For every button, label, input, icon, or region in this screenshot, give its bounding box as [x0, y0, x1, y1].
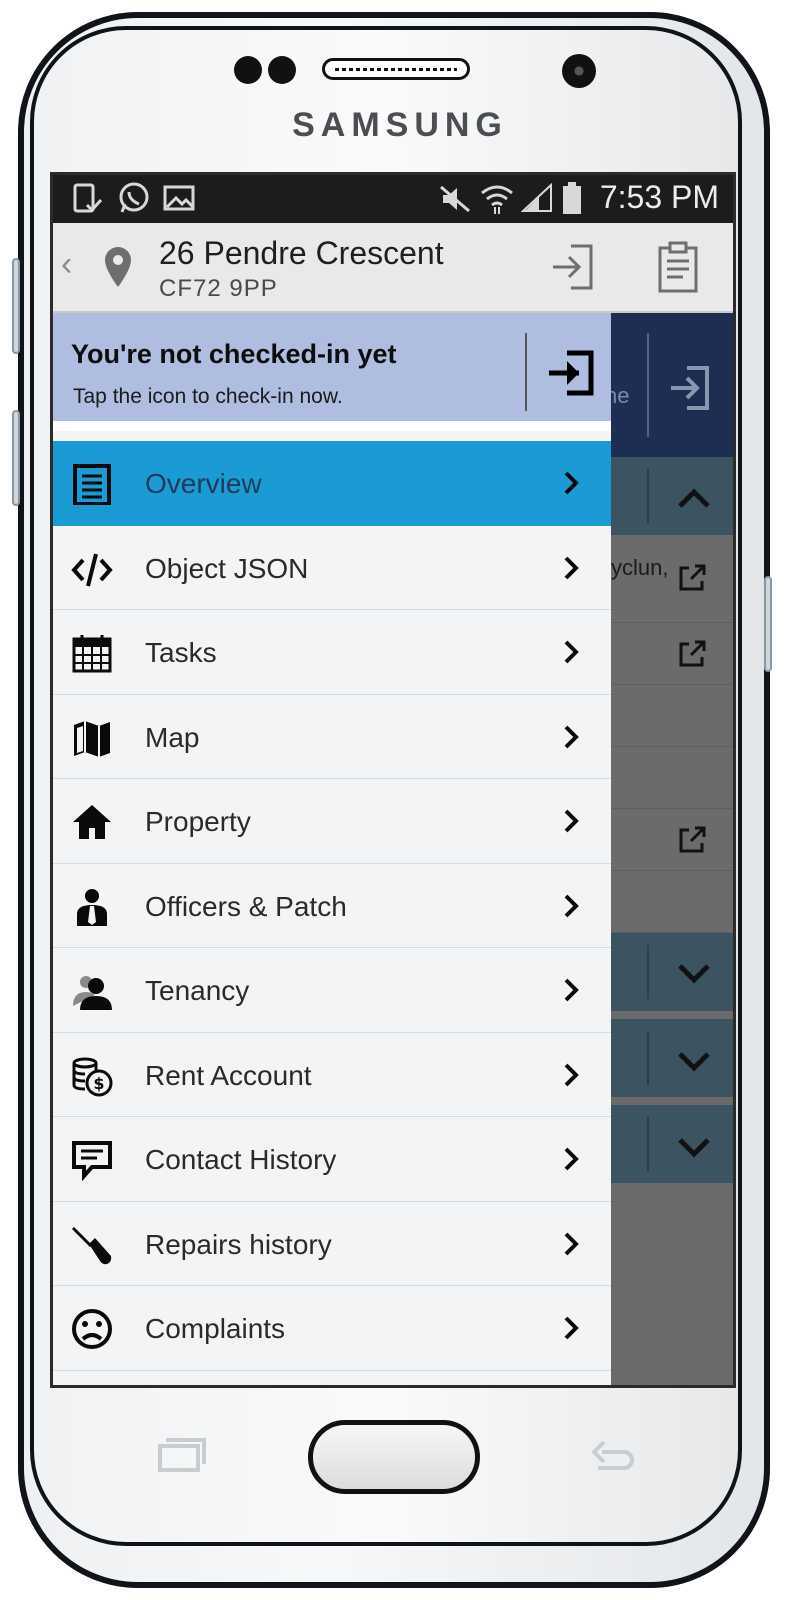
menu-item-label: Overview	[145, 468, 262, 499]
divider	[647, 1117, 649, 1171]
external-link-icon	[679, 640, 706, 667]
chevron-right-icon	[564, 1063, 579, 1086]
chevron-right-icon	[564, 1147, 579, 1171]
coins-icon: $	[72, 1057, 113, 1096]
menu-item-contact-history[interactable]: Contact History	[53, 1117, 611, 1202]
menu-item-repairs-history[interactable]: Repairs history	[53, 1201, 611, 1286]
recent-apps-icon[interactable]	[158, 1436, 206, 1472]
navigation-drawer: You're not checked-in yet Tap the icon t…	[53, 313, 611, 1385]
external-link-icon	[679, 564, 706, 591]
menu-item-label: Officers & Patch	[145, 890, 347, 922]
chevron-down-icon	[678, 1138, 710, 1158]
menu-item-officers-patch[interactable]: Officers & Patch	[53, 863, 611, 948]
menu-item-label: Tenancy	[145, 975, 250, 1006]
menu-item-object-json[interactable]: Object JSON	[53, 525, 611, 610]
svg-text:$: $	[93, 1074, 104, 1093]
menu-item-label: Repairs history	[145, 1228, 332, 1260]
tenants-icon	[73, 976, 112, 1010]
chevron-right-icon	[564, 978, 579, 1002]
menu-item-map[interactable]: Map	[53, 694, 611, 779]
check-in-banner: You're not checked-in yet Tap the icon t…	[53, 313, 611, 431]
divider	[647, 333, 649, 437]
check-in-icon[interactable]	[547, 349, 595, 397]
app-header: ‹ 26 Pendre Crescent CF72 9PP	[53, 223, 733, 313]
screen: 7:53 PM ‹ 26 Pendre Crescent CF72 9PP ne	[50, 172, 736, 1388]
menu-item-label: Object JSON	[145, 552, 309, 584]
divider	[647, 469, 649, 523]
volume-down-button	[12, 410, 20, 506]
volume-up-button	[12, 258, 20, 354]
chevron-right-icon	[564, 1316, 579, 1340]
menu-item-rent-account[interactable]: $ Rent Account	[53, 1032, 611, 1117]
chevron-right-icon	[564, 809, 579, 833]
chevron-right-icon	[564, 894, 579, 917]
location-pin-icon	[105, 247, 131, 287]
power-button	[764, 576, 772, 672]
menu-item-property[interactable]: Property	[53, 779, 611, 864]
back-chevron-icon[interactable]: ‹	[61, 245, 72, 284]
background-check-in-icon	[671, 366, 709, 410]
menu-item-complaints[interactable]: Complaints	[53, 1286, 611, 1371]
home-icon	[73, 805, 111, 839]
check-in-banner-title: You're not checked-in yet	[71, 339, 397, 369]
signal-icon	[521, 183, 552, 212]
clock: 7:53 PM	[599, 179, 719, 215]
back-nav-icon[interactable]	[590, 1438, 634, 1472]
address-title: 26 Pendre Crescent	[159, 235, 444, 271]
status-bar: 7:53 PM	[53, 175, 733, 223]
menu-item-label: Map	[145, 721, 200, 753]
menu-item-label: Property	[145, 806, 251, 837]
map-icon	[74, 720, 110, 757]
chat-icon	[72, 1141, 112, 1181]
chevron-down-icon	[678, 964, 710, 984]
screwdriver-icon	[71, 1226, 112, 1264]
menu-item-label: Contact History	[145, 1144, 337, 1175]
chevron-right-icon	[564, 556, 579, 579]
mute-icon	[440, 185, 470, 213]
officer-icon	[77, 888, 107, 926]
drawer-menu: Overview Object JSON Tasks Map Property Offic…	[53, 441, 611, 1371]
calendar-icon	[72, 635, 112, 673]
gallery-icon	[163, 185, 195, 211]
background-row-text: yclun,	[611, 555, 669, 580]
sad-face-icon	[72, 1309, 112, 1349]
device-brand: SAMSUNG	[292, 106, 508, 144]
proximity-sensor	[234, 56, 262, 84]
divider	[525, 333, 527, 411]
front-camera	[562, 54, 596, 88]
chevron-down-icon	[678, 1052, 710, 1072]
wifi-icon	[481, 185, 513, 214]
menu-item-tasks[interactable]: Tasks	[53, 610, 611, 695]
code-icon	[71, 553, 113, 586]
divider	[647, 1031, 649, 1085]
chevron-right-icon	[564, 725, 579, 748]
menu-item-overview[interactable]: Overview	[53, 441, 611, 526]
whatsapp-icon	[119, 182, 149, 213]
tablet-check-icon	[73, 183, 103, 213]
battery-icon	[563, 182, 581, 214]
menu-item-label: Complaints	[145, 1313, 286, 1344]
chevron-right-icon	[564, 471, 579, 495]
menu-item-label: Rent Account	[145, 1059, 312, 1091]
address-postcode: CF72 9PP	[159, 275, 278, 302]
menu-item-label: Tasks	[145, 637, 217, 668]
earpiece-speaker	[322, 58, 470, 80]
clipboard-icon[interactable]	[657, 241, 699, 293]
light-sensor	[268, 56, 296, 84]
chevron-right-icon	[564, 1232, 579, 1255]
check-in-icon[interactable]	[551, 243, 595, 291]
chevron-up-icon	[678, 488, 710, 508]
document-icon	[73, 464, 111, 505]
menu-item-tenancy[interactable]: Tenancy	[53, 948, 611, 1033]
chevron-right-icon	[564, 640, 579, 664]
check-in-banner-subtitle: Tap the icon to check-in now.	[73, 385, 343, 408]
divider	[647, 945, 649, 999]
home-button[interactable]	[308, 1420, 480, 1494]
external-link-icon	[679, 826, 706, 853]
